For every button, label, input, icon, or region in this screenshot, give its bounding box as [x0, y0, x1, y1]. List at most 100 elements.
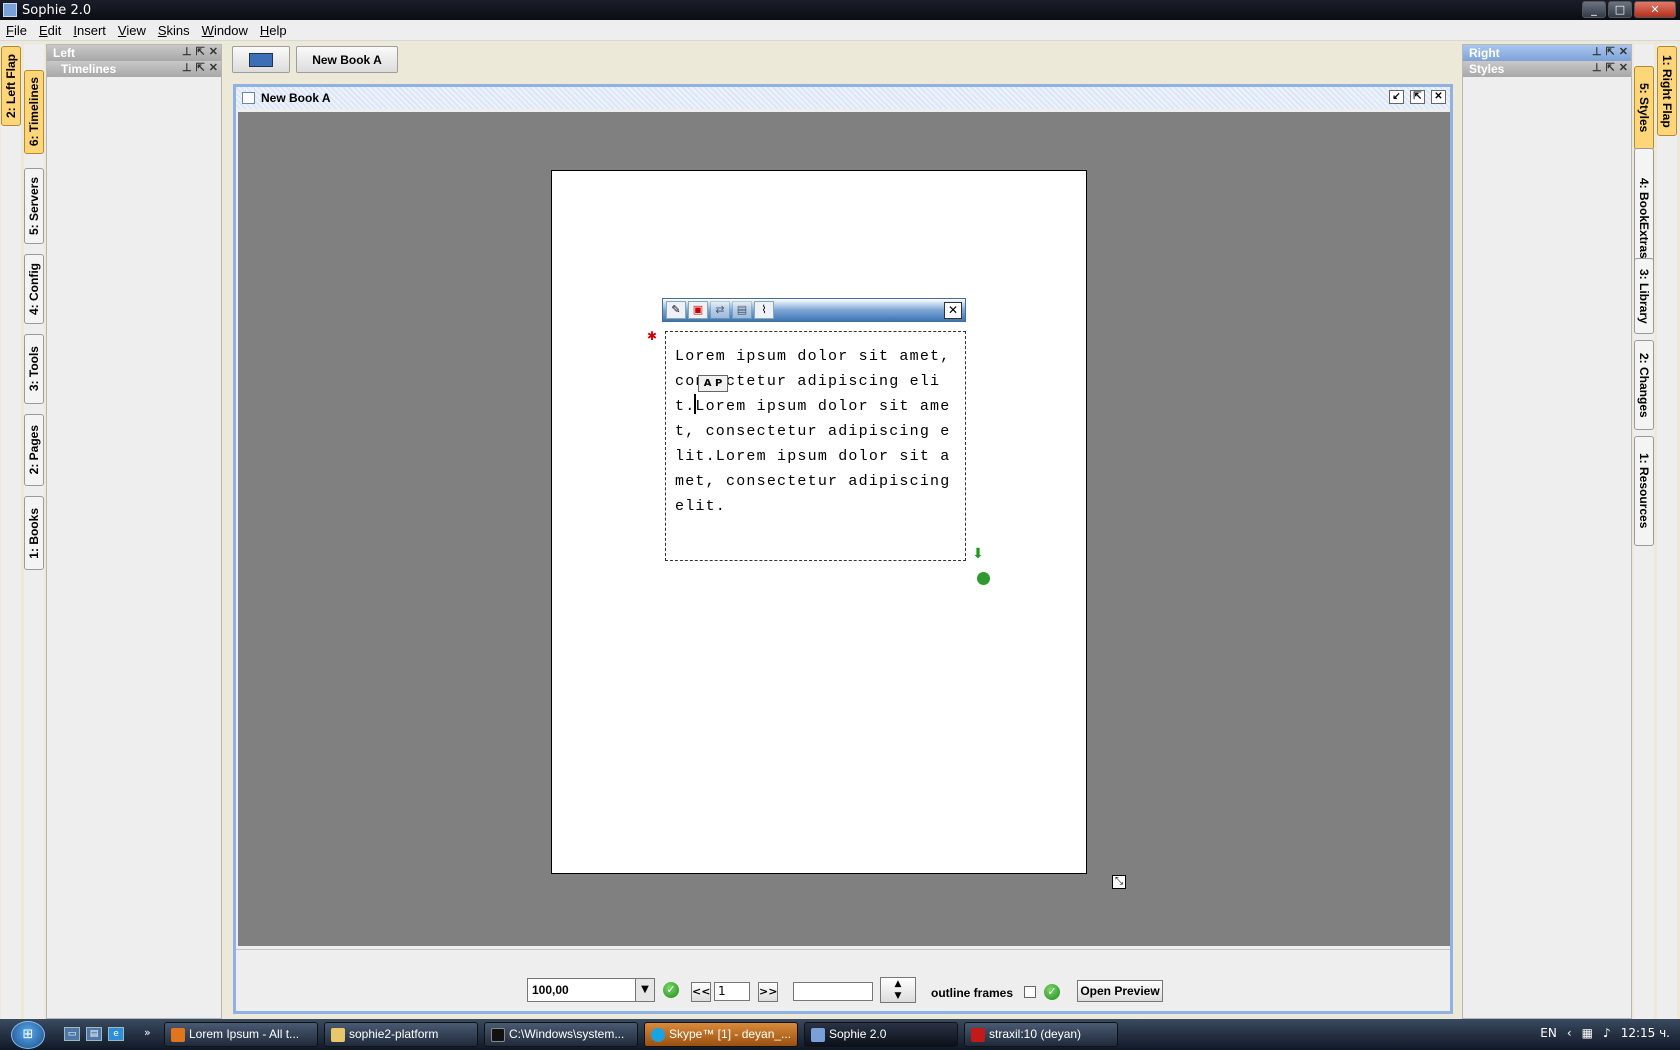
link-icon[interactable]: ⇄ [710, 301, 730, 319]
taskbar-item-straxil[interactable]: straxil:10 (deyan) [964, 1022, 1118, 1047]
book-tab-new-book-a[interactable]: New Book A [296, 46, 398, 73]
outline-frames-checkbox[interactable] [1024, 986, 1036, 998]
pin-icon[interactable]: ⊥ [182, 61, 192, 74]
right-panel: Right ⊥ ⇱ ✕ Styles ⊥ ⇱ ✕ [1462, 44, 1632, 1019]
taskbar: ⊞ ▭ ▤ e » Lorem Ipsum - All t... sophie2… [0, 1019, 1680, 1050]
show-desktop-icon[interactable]: ▭ [64, 1027, 80, 1041]
window-title-bar: Sophie 2.0 _ □ ✕ [0, 0, 1680, 20]
close-button[interactable]: ✕ [1634, 1, 1676, 18]
select-icon[interactable]: ▣ [688, 301, 708, 319]
page-number-field[interactable]: 1 [714, 982, 750, 1001]
quick-launch-expand-icon[interactable]: » [144, 1026, 151, 1039]
document-icon [242, 92, 255, 104]
zoom-value[interactable]: 100,00 [528, 979, 635, 1001]
float-icon[interactable]: ⇱ [196, 61, 205, 74]
volume-icon[interactable]: ♪ [1603, 1026, 1611, 1040]
maximize-button[interactable]: □ [1608, 1, 1632, 18]
start-button[interactable]: ⊞ [11, 1021, 45, 1049]
tab-library[interactable]: 3: Library [1634, 258, 1654, 334]
menu-bar: File Edit Insert View Skins Window Help [0, 20, 1680, 41]
taskbar-item-skype[interactable]: Skype™ [1] - deyan_... [644, 1022, 798, 1047]
frame-anchor-icon[interactable]: ✱ [646, 330, 658, 342]
folder-icon [331, 1028, 345, 1042]
text-caret [694, 394, 696, 414]
next-page-button[interactable]: >> [758, 982, 778, 1002]
close-icon[interactable]: ✕ [209, 61, 218, 74]
menu-file[interactable]: File [6, 23, 27, 38]
firefox-icon [171, 1028, 185, 1042]
taskbar-item-sophie[interactable]: Sophie 2.0 [804, 1022, 958, 1047]
menu-help[interactable]: Help [260, 23, 287, 38]
tab-books[interactable]: 1: Books [24, 496, 44, 570]
console-icon [491, 1028, 505, 1042]
attach-icon[interactable]: ⌇ [754, 301, 774, 319]
close-frame-button[interactable]: ✕ [944, 302, 962, 319]
tray-expand-icon[interactable]: ‹ [1567, 1026, 1572, 1040]
taskbar-item-cmd[interactable]: C:\Windows\system... [484, 1022, 638, 1047]
frame-text[interactable]: Lorem ipsum dolor sit amet, consectetur … [675, 344, 960, 519]
pin-icon[interactable]: ⊥ [182, 45, 192, 58]
text-chain-badge[interactable]: A P [698, 375, 728, 392]
menu-insert[interactable]: Insert [73, 23, 106, 38]
skype-icon [651, 1028, 665, 1042]
pin-icon[interactable]: ⊥ [1592, 45, 1602, 58]
group-icon[interactable]: ▤ [732, 301, 752, 319]
pin-icon[interactable]: ⊥ [1592, 61, 1602, 74]
right-panel-header: Right ⊥ ⇱ ✕ [1463, 45, 1631, 61]
bottom-toolbar: 100,00 ▼ ✓ << 1 >> ▲ ▼ outline frames ✓ O… [236, 949, 1450, 1011]
restore-doc-icon[interactable]: ⇱ [1410, 90, 1425, 104]
prev-page-button[interactable]: << [691, 982, 711, 1002]
brush-icon[interactable]: ✎ [666, 301, 686, 319]
sophie-icon [811, 1028, 825, 1042]
screen-mode-button[interactable] [232, 46, 290, 73]
taskbar-item-lorem[interactable]: Lorem Ipsum - All t... [164, 1022, 318, 1047]
language-indicator[interactable]: EN [1540, 1026, 1557, 1040]
tab-changes[interactable]: 2: Changes [1634, 340, 1654, 430]
left-flap-bar: 2: Left Flap [1, 44, 21, 1029]
float-icon[interactable]: ⇱ [1606, 45, 1615, 58]
spinner-control[interactable]: ▲ ▼ [880, 977, 916, 1003]
minimize-button[interactable]: _ [1582, 1, 1606, 18]
search-field[interactable] [793, 982, 873, 1001]
tab-servers[interactable]: 5: Servers [24, 168, 44, 244]
float-icon[interactable]: ⇱ [196, 45, 205, 58]
network-icon[interactable]: ▦ [1582, 1026, 1593, 1040]
tab-pages[interactable]: 2: Pages [24, 414, 44, 486]
close-doc-icon[interactable]: ✕ [1431, 90, 1446, 104]
taskbar-item-sophie2-platform[interactable]: sophie2-platform [324, 1022, 478, 1047]
chevron-down-icon[interactable]: ▼ [635, 979, 654, 1001]
tab-left-flap[interactable]: 2: Left Flap [1, 46, 21, 126]
rotate-handle-icon[interactable] [977, 572, 990, 585]
apply-outline-check-icon[interactable]: ✓ [1044, 984, 1060, 1000]
menu-window[interactable]: Window [202, 23, 248, 38]
open-preview-button[interactable]: Open Preview [1077, 980, 1163, 1002]
switch-windows-icon[interactable]: ▤ [86, 1027, 102, 1041]
tab-config[interactable]: 4: Config [24, 254, 44, 324]
float-icon[interactable]: ⇱ [1606, 61, 1615, 74]
close-icon[interactable]: ✕ [209, 45, 218, 58]
close-icon[interactable]: ✕ [1619, 45, 1628, 58]
text-frame[interactable]: Lorem ipsum dolor sit amet, consectetur … [665, 331, 966, 561]
tab-timelines[interactable]: 6: Timelines [24, 70, 44, 154]
tab-right-flap[interactable]: 1: Right Flap [1657, 46, 1677, 136]
menu-skins[interactable]: Skins [158, 23, 190, 38]
styles-panel-header: Styles ⊥ ⇱ ✕ [1463, 61, 1631, 77]
document-title-bar: New Book A ↙ ⇱ ✕ [236, 87, 1450, 109]
clock[interactable]: 12:15 ч. [1621, 1026, 1670, 1040]
zoom-combo[interactable]: 100,00 ▼ [527, 978, 655, 1002]
tab-styles[interactable]: 5: Styles [1634, 66, 1654, 150]
menu-view[interactable]: View [118, 23, 146, 38]
apply-zoom-check-icon[interactable]: ✓ [663, 982, 679, 998]
menu-edit[interactable]: Edit [39, 23, 61, 38]
text-flow-arrow-icon[interactable]: ⬇ [971, 547, 985, 561]
timelines-panel-header: Timelines ⊥ ⇱ ✕ [47, 61, 221, 77]
vim-icon [971, 1028, 985, 1042]
tab-resources[interactable]: 1: Resources [1634, 436, 1654, 546]
minimize-doc-icon[interactable]: ↙ [1389, 90, 1404, 104]
right-flap-bar: 1: Right Flap [1657, 44, 1677, 1029]
page-resize-handle[interactable]: ⤡ [1112, 875, 1126, 889]
window-title: Sophie 2.0 [22, 2, 92, 18]
close-icon[interactable]: ✕ [1619, 61, 1628, 74]
tab-tools[interactable]: 3: Tools [24, 334, 44, 404]
internet-explorer-icon[interactable]: e [108, 1027, 124, 1041]
